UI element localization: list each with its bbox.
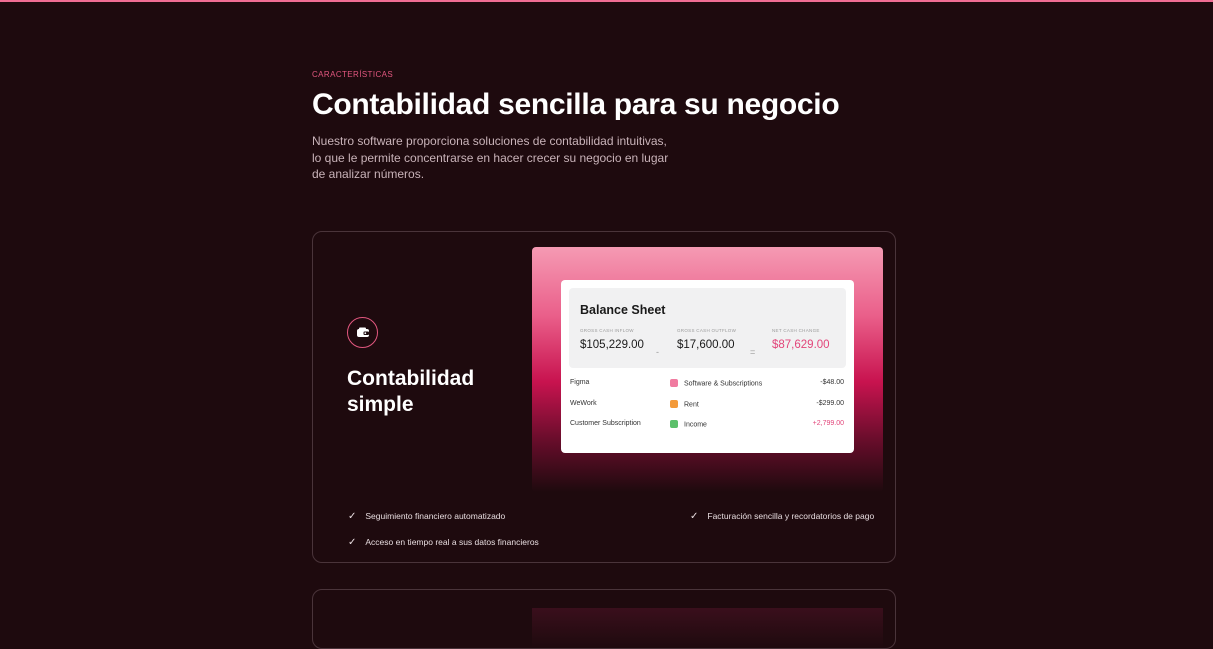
check-item: ✓ Acceso en tiempo real a sus datos finan… [348,537,539,548]
check-item: ✓ Facturación sencilla y recordatorios de… [690,511,874,522]
section-description: Nuestro software proporciona soluciones … [312,134,669,181]
equals-operator: = [750,347,756,357]
income-icon [670,420,678,428]
metric-label: GROSS CASH OUTFLOW [677,328,737,333]
metric-net: NET CASH CHANGE $87,629.00 [772,328,830,351]
check-icon: ✓ [348,511,357,522]
check-item: ✓ Seguimiento financiero automatizado [348,511,505,522]
transaction-row: Customer Subscription Income +2,799.00 [569,413,846,434]
check-icon: ✓ [348,537,357,548]
metric-label: GROSS CASH INFLOW [580,328,634,333]
transaction-name: WeWork [570,399,597,407]
minus-operator: - [656,347,659,357]
balance-summary: Balance Sheet GROSS CASH INFLOW $105,229… [569,288,846,368]
rent-icon [670,399,678,408]
transaction-row: WeWork Rent -$299.00 [569,393,846,414]
metric-outflow: GROSS CASH OUTFLOW $17,600.00 [677,328,736,351]
next-card-visual [532,608,883,648]
balance-sheet-panel: Balance Sheet GROSS CASH INFLOW $105,229… [561,280,854,453]
transaction-category: Rent [684,401,699,408]
section-eyebrow: CARACTERÍSTICAS [312,70,394,79]
metric-label: NET CASH CHANGE [772,328,820,333]
metric-inflow: GROSS CASH INFLOW $105,229.00 [580,328,644,351]
software-icon [670,379,678,387]
check-label: Seguimiento financiero automatizado [365,511,506,521]
transaction-category: Software & Subscriptions [684,380,763,388]
metric-value: $87,629.00 [772,339,830,351]
feature-card: Contabilidad simple Balance Sheet GROSS … [312,231,896,563]
metric-value: $105,229.00 [580,339,644,351]
feature-title: Contabilidad simple [347,367,475,416]
transaction-name: Customer Subscription [570,420,641,427]
transaction-row: Figma Software & Subscriptions -$48.00 [569,372,846,393]
transaction-amount: +2,799.00 [812,420,844,427]
check-label: Facturación sencilla y recordatorios de … [707,511,875,521]
top-accent-line [0,0,1213,2]
balance-sheet-visual: Balance Sheet GROSS CASH INFLOW $105,229… [532,247,883,492]
balance-sheet-title: Balance Sheet [580,303,666,317]
check-icon: ✓ [690,511,699,522]
check-label: Acceso en tiempo real a sus datos financ… [365,537,539,547]
wallet-icon [347,317,378,348]
transaction-category: Income [684,421,707,429]
section-title: Contabilidad sencilla para su negocio [312,88,840,121]
transaction-amount: -$299.00 [816,399,844,407]
transaction-name: Figma [570,379,590,386]
next-feature-card [312,589,896,649]
metric-value: $17,600.00 [677,339,735,351]
transaction-amount: -$48.00 [820,379,844,386]
